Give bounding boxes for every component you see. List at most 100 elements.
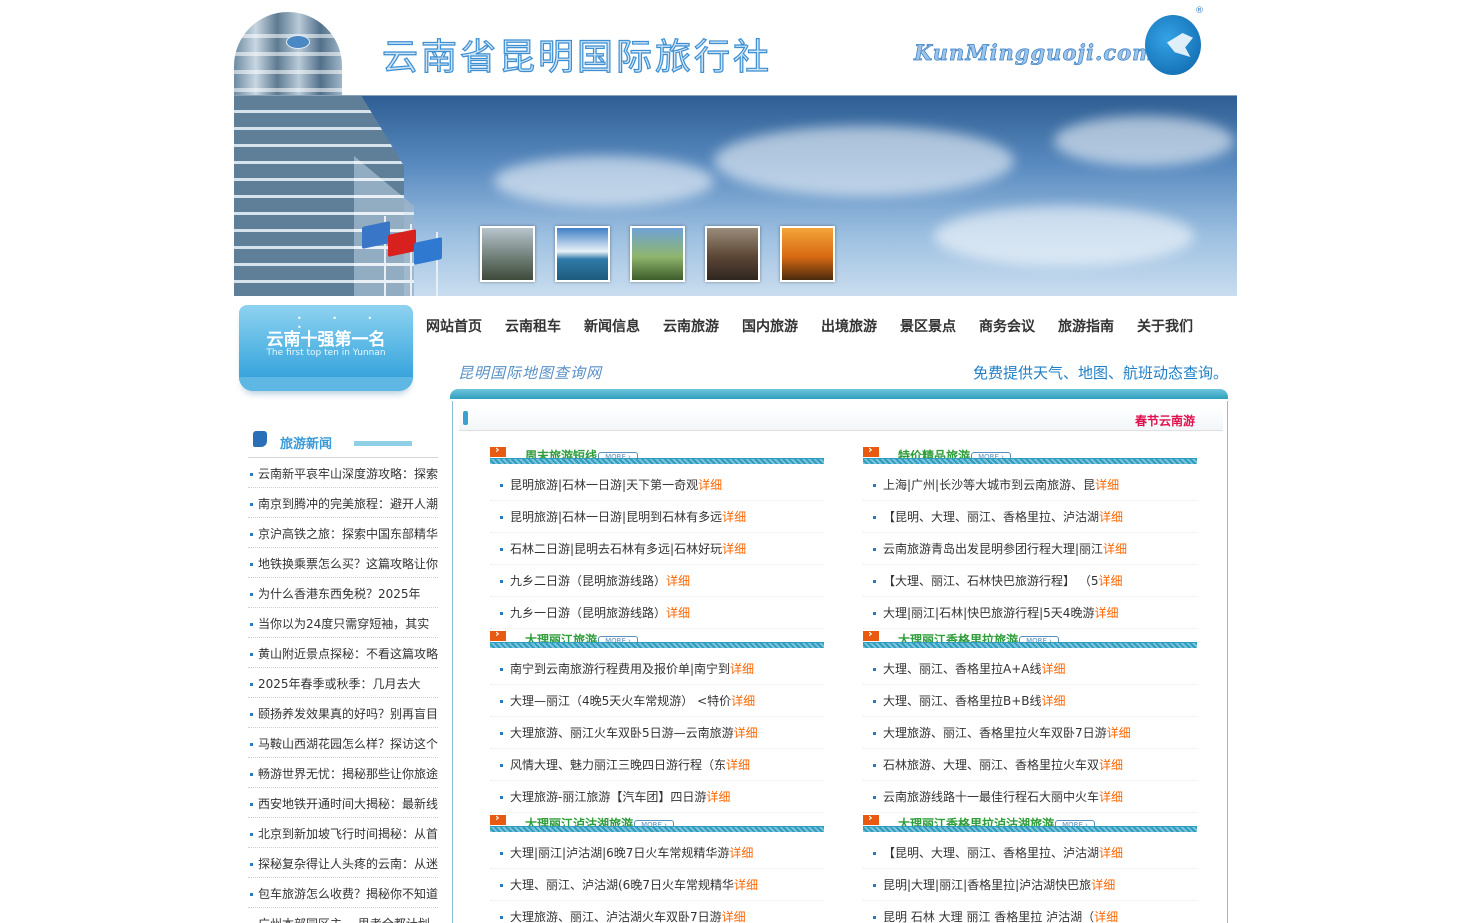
tour-item-title[interactable]: 【昆明、大理、丽江、香格里拉、泸沽湖 xyxy=(883,510,1099,524)
news-item[interactable]: 南京到腾冲的完美旅程：避开人潮 xyxy=(248,488,438,518)
nav-car-rental[interactable]: 云南租车 xyxy=(505,316,561,336)
tour-item[interactable]: 云南旅游线路十一最佳行程石大丽中火车详细 xyxy=(863,781,1197,813)
tour-item[interactable]: 石林二日游|昆明去石林有多远|石林好玩详细 xyxy=(490,533,824,565)
news-item[interactable]: 云南新平哀牢山深度游攻略：探索 xyxy=(248,458,438,488)
tour-item-title[interactable]: 大理旅游、丽江、泸沽湖火车双卧7日游 xyxy=(510,910,722,923)
detail-link[interactable]: 详细 xyxy=(1041,662,1065,676)
nav-news[interactable]: 新闻信息 xyxy=(584,316,640,336)
nav-about-us[interactable]: 关于我们 xyxy=(1137,316,1193,336)
detail-link[interactable]: 详细 xyxy=(722,542,746,556)
detail-link[interactable]: 详细 xyxy=(729,846,753,860)
tour-item-title[interactable]: 大理旅游、丽江、香格里拉火车双卧7日游 xyxy=(883,726,1107,740)
tour-item[interactable]: 上海|广州|长沙等大城市到云南旅游、昆详细 xyxy=(863,469,1197,501)
detail-link[interactable]: 详细 xyxy=(1094,910,1118,923)
news-item[interactable]: 颐扬养发效果真的好吗？别再盲目 xyxy=(248,698,438,728)
detail-link[interactable]: 详细 xyxy=(1103,542,1127,556)
site-title[interactable]: 云南省昆明国际旅行社 xyxy=(381,28,772,80)
sunset-lake-thumbnail[interactable] xyxy=(780,226,835,282)
tour-item-title[interactable]: 石林二日游|昆明去石林有多远|石林好玩 xyxy=(510,542,722,556)
tour-item-title[interactable]: 云南旅游青岛出发昆明参团行程大理|丽江 xyxy=(883,542,1103,556)
tour-item-title[interactable]: 风情大理、魅力丽江三晚四日游行程（东 xyxy=(510,758,726,772)
detail-link[interactable]: 详细 xyxy=(734,726,758,740)
detail-link[interactable]: 详细 xyxy=(666,574,690,588)
tour-item[interactable]: 【昆明、大理、丽江、香格里拉、泸沽湖详细 xyxy=(863,837,1197,869)
tour-item[interactable]: 南宁到云南旅游行程费用及报价单|南宁到详细 xyxy=(490,653,824,685)
detail-link[interactable]: 详细 xyxy=(1099,510,1123,524)
tour-item-title[interactable]: 大理|丽江|泸沽湖|6晚7日火车常规精华游 xyxy=(510,846,729,860)
detail-link[interactable]: 详细 xyxy=(666,606,690,620)
tour-item[interactable]: 大理旅游-丽江旅游【汽车团】四日游详细 xyxy=(490,781,824,813)
tour-item[interactable]: 大理、丽江、香格里拉A+A线详细 xyxy=(863,653,1197,685)
detail-link[interactable]: 详细 xyxy=(731,694,755,708)
tour-item-title[interactable]: 大理、丽江、泸沽湖(6晚7日火车常规精华 xyxy=(510,878,734,892)
tour-item[interactable]: 大理旅游、丽江、泸沽湖火车双卧7日游详细 xyxy=(490,901,824,923)
tour-item[interactable]: 昆明 石林 大理 丽江 香格里拉 泸沽湖（详细 xyxy=(863,901,1197,923)
tour-item-title[interactable]: 大理—丽江（4晚5天火车常规游） <特价 xyxy=(510,694,731,708)
tour-item[interactable]: 大理、丽江、泸沽湖(6晚7日火车常规精华详细 xyxy=(490,869,824,901)
nav-travel-guide[interactable]: 旅游指南 xyxy=(1058,316,1114,336)
news-item[interactable]: 为什么香港东西免税？2025年 xyxy=(248,578,438,608)
detail-link[interactable]: 详细 xyxy=(1107,726,1131,740)
tour-item[interactable]: 九乡一日游（昆明旅游线路）详细 xyxy=(490,597,824,629)
tour-item-title[interactable]: 【大理、丽江、石林快巴旅游行程】 （5 xyxy=(883,574,1098,588)
tour-item[interactable]: 云南旅游青岛出发昆明参团行程大理|丽江详细 xyxy=(863,533,1197,565)
tour-item[interactable]: 九乡二日游（昆明旅游线路）详细 xyxy=(490,565,824,597)
tour-item-title[interactable]: 昆明旅游|石林一日游|昆明到石林有多远 xyxy=(510,510,722,524)
detail-link[interactable]: 详细 xyxy=(1091,878,1115,892)
tour-item[interactable]: 风情大理、魅力丽江三晚四日游行程（东详细 xyxy=(490,749,824,781)
detail-link[interactable]: 详细 xyxy=(1099,758,1123,772)
pagoda-thumbnail[interactable] xyxy=(630,226,685,282)
nav-scenic-spots[interactable]: 景区景点 xyxy=(900,316,956,336)
tour-item[interactable]: 昆明|大理|丽江|香格里拉|泸沽湖快巴旅详细 xyxy=(863,869,1197,901)
snow-mountain-thumbnail[interactable] xyxy=(555,226,610,282)
detail-link[interactable]: 详细 xyxy=(1042,694,1066,708)
tour-item[interactable]: 昆明旅游|石林一日游|天下第一奇观详细 xyxy=(490,469,824,501)
tour-item-title[interactable]: 大理旅游-丽江旅游【汽车团】四日游 xyxy=(510,790,706,804)
detail-link[interactable]: 详细 xyxy=(722,510,746,524)
detail-link[interactable]: 详细 xyxy=(730,662,754,676)
nav-domestic-travel[interactable]: 国内旅游 xyxy=(742,316,798,336)
tour-item-title[interactable]: 【昆明、大理、丽江、香格里拉、泸沽湖 xyxy=(883,846,1099,860)
news-item[interactable]: 京沪高铁之旅：探索中国东部精华 xyxy=(248,518,438,548)
map-query-title[interactable]: 昆明国际地图查询网 xyxy=(458,362,602,383)
tour-item-title[interactable]: 九乡一日游（昆明旅游线路） xyxy=(510,606,666,620)
detail-link[interactable]: 详细 xyxy=(722,910,746,923)
nav-home[interactable]: 网站首页 xyxy=(426,316,482,336)
news-item[interactable]: 北京到新加坡飞行时间揭秘：从首 xyxy=(248,818,438,848)
tour-item-title[interactable]: 大理|丽江|石林|快巴旅游行程|5天4晚游 xyxy=(883,606,1094,620)
tour-item-title[interactable]: 石林旅游、大理、丽江、香格里拉火车双 xyxy=(883,758,1099,772)
detail-link[interactable]: 详细 xyxy=(734,878,758,892)
tour-item[interactable]: 大理旅游、丽江、香格里拉火车双卧7日游详细 xyxy=(863,717,1197,749)
marquee-text[interactable]: 春节云南游 xyxy=(1135,412,1195,429)
detail-link[interactable]: 详细 xyxy=(1095,478,1119,492)
tour-item-title[interactable]: 南宁到云南旅游行程费用及报价单|南宁到 xyxy=(510,662,730,676)
news-item[interactable]: 黄山附近景点探秘：不看这篇攻略 xyxy=(248,638,438,668)
detail-link[interactable]: 详细 xyxy=(1099,790,1123,804)
tour-item-title[interactable]: 九乡二日游（昆明旅游线路） xyxy=(510,574,666,588)
tour-item[interactable]: 大理|丽江|石林|快巴旅游行程|5天4晚游详细 xyxy=(863,597,1197,629)
tour-item[interactable]: 【大理、丽江、石林快巴旅游行程】 （5详细 xyxy=(863,565,1197,597)
detail-link[interactable]: 详细 xyxy=(1094,606,1118,620)
news-item[interactable]: 探秘复杂得让人头疼的云南：从迷 xyxy=(248,848,438,878)
news-item[interactable]: 畅游世界无忧：揭秘那些让你旅途 xyxy=(248,758,438,788)
news-item[interactable]: 马鞍山西湖花园怎么样？探访这个 xyxy=(248,728,438,758)
tour-item[interactable]: 【昆明、大理、丽江、香格里拉、泸沽湖详细 xyxy=(863,501,1197,533)
news-item[interactable]: 广州本部园区主… 思考全都计划 xyxy=(248,908,438,923)
nav-outbound-travel[interactable]: 出境旅游 xyxy=(821,316,877,336)
stone-forest-thumbnail[interactable] xyxy=(480,226,535,282)
tour-item-title[interactable]: 大理旅游、丽江火车双卧5日游—云南旅游 xyxy=(510,726,734,740)
tour-item-title[interactable]: 云南旅游线路十一最佳行程石大丽中火车 xyxy=(883,790,1099,804)
tour-item-title[interactable]: 大理、丽江、香格里拉A+A线 xyxy=(883,662,1041,676)
tour-item-title[interactable]: 昆明|大理|丽江|香格里拉|泸沽湖快巴旅 xyxy=(883,878,1091,892)
tour-item[interactable]: 大理|丽江|泸沽湖|6晚7日火车常规精华游详细 xyxy=(490,837,824,869)
globe-logo-icon[interactable] xyxy=(1145,15,1201,75)
detail-link[interactable]: 详细 xyxy=(698,478,722,492)
news-item[interactable]: 地铁换乘票怎么买？这篇攻略让你 xyxy=(248,548,438,578)
tour-item-title[interactable]: 昆明旅游|石林一日游|天下第一奇观 xyxy=(510,478,698,492)
tour-item[interactable]: 大理旅游、丽江火车双卧5日游—云南旅游详细 xyxy=(490,717,824,749)
waterwheel-thumbnail[interactable] xyxy=(705,226,760,282)
news-item[interactable]: 西安地铁开通时间大揭秘：最新线 xyxy=(248,788,438,818)
news-item[interactable]: 包车旅游怎么收费？揭秘你不知道 xyxy=(248,878,438,908)
detail-link[interactable]: 详细 xyxy=(1099,846,1123,860)
detail-link[interactable]: 详细 xyxy=(706,790,730,804)
